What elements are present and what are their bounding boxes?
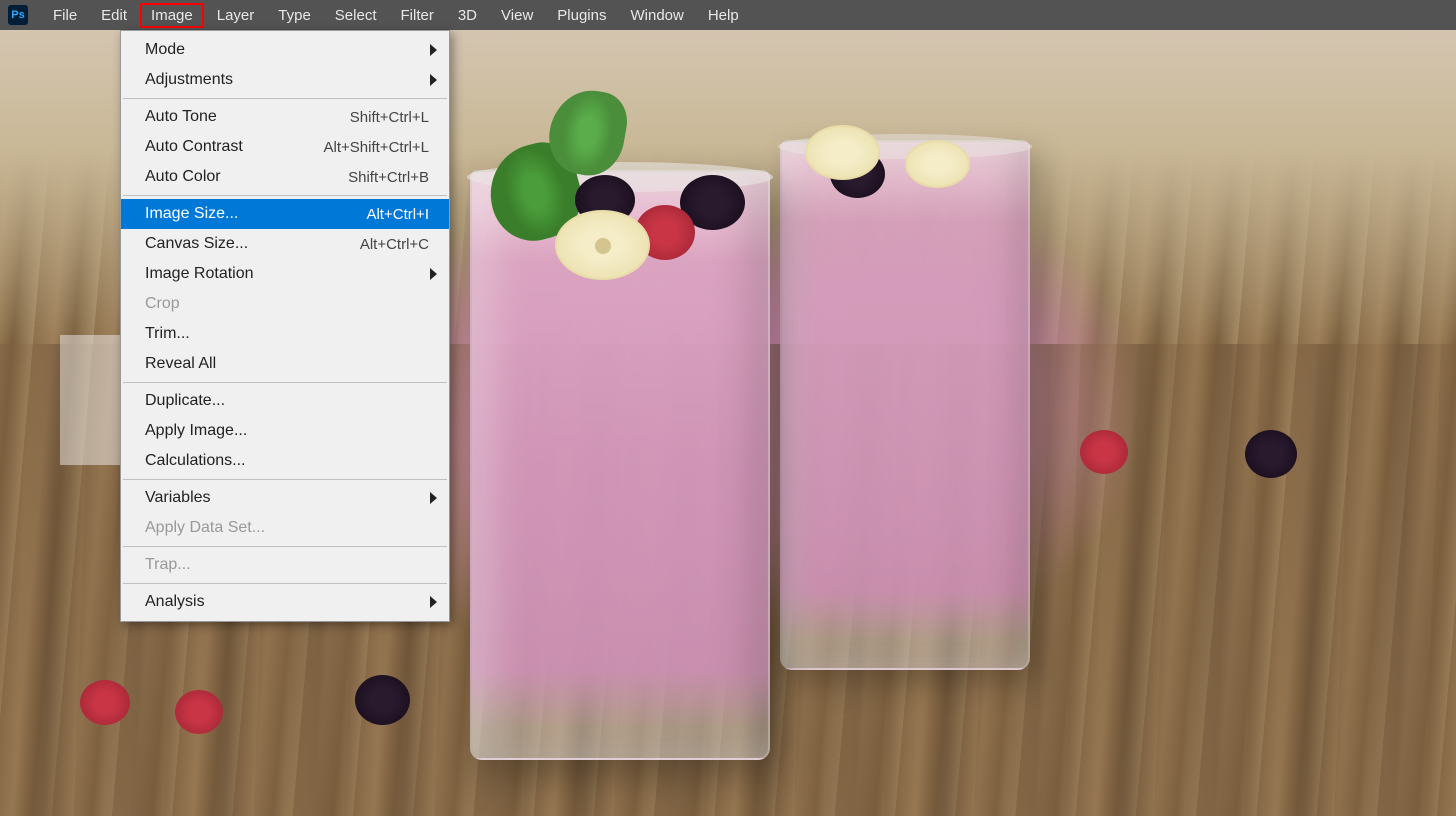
- menu-item-trap: Trap...: [121, 550, 449, 580]
- menu-item-calculations[interactable]: Calculations...: [121, 446, 449, 476]
- menu-filter[interactable]: Filter: [390, 3, 445, 28]
- menu-item-label: Adjustments: [145, 71, 233, 89]
- menu-item-label: Image Size...: [145, 205, 238, 223]
- menu-item-adjustments[interactable]: Adjustments: [121, 65, 449, 95]
- menu-separator: [123, 546, 447, 547]
- submenu-arrow-icon: [430, 268, 437, 280]
- menubar: Ps File Edit Image Layer Type Select Fil…: [0, 0, 1456, 30]
- menu-separator: [123, 479, 447, 480]
- menu-item-label: Image Rotation: [145, 265, 254, 283]
- menu-item-duplicate[interactable]: Duplicate...: [121, 386, 449, 416]
- menu-separator: [123, 195, 447, 196]
- scattered-raspberry: [1080, 430, 1128, 474]
- submenu-arrow-icon: [430, 492, 437, 504]
- menu-item-image-rotation[interactable]: Image Rotation: [121, 259, 449, 289]
- menu-item-label: Calculations...: [145, 452, 246, 470]
- submenu-arrow-icon: [430, 74, 437, 86]
- menu-3d[interactable]: 3D: [447, 3, 488, 28]
- menu-image[interactable]: Image: [140, 3, 204, 28]
- menu-item-shortcut: Alt+Shift+Ctrl+L: [324, 139, 429, 156]
- scattered-raspberry: [175, 690, 223, 734]
- scattered-blackberry: [1245, 430, 1297, 478]
- menu-item-label: Trap...: [145, 556, 191, 574]
- scattered-raspberry: [80, 680, 130, 725]
- menu-item-crop: Crop: [121, 289, 449, 319]
- photoshop-app-icon: Ps: [8, 5, 28, 25]
- menu-item-label: Analysis: [145, 593, 205, 611]
- menu-item-label: Mode: [145, 41, 185, 59]
- menu-item-label: Apply Data Set...: [145, 519, 265, 537]
- menu-item-label: Auto Contrast: [145, 138, 243, 156]
- banana-slice: [555, 210, 650, 280]
- scattered-blackberry: [355, 675, 410, 725]
- menu-item-trim[interactable]: Trim...: [121, 319, 449, 349]
- image-menu-dropdown: ModeAdjustmentsAuto ToneShift+Ctrl+LAuto…: [120, 30, 450, 622]
- menu-file[interactable]: File: [42, 3, 88, 28]
- menu-item-variables[interactable]: Variables: [121, 483, 449, 513]
- menu-item-shortcut: Alt+Ctrl+C: [360, 236, 429, 253]
- menu-item-shortcut: Shift+Ctrl+L: [350, 109, 429, 126]
- menu-item-auto-color[interactable]: Auto Color Shift+Ctrl+B: [121, 162, 449, 192]
- menu-separator: [123, 583, 447, 584]
- menu-item-canvas-size[interactable]: Canvas Size... Alt+Ctrl+C: [121, 229, 449, 259]
- menu-item-image-size[interactable]: Image Size... Alt+Ctrl+I: [121, 199, 449, 229]
- menu-item-label: Reveal All: [145, 355, 216, 373]
- menu-item-label: Trim...: [145, 325, 190, 343]
- menu-type[interactable]: Type: [267, 3, 322, 28]
- menu-item-auto-tone[interactable]: Auto Tone Shift+Ctrl+L: [121, 102, 449, 132]
- menu-separator: [123, 98, 447, 99]
- smoothie-glass-rear: [780, 140, 1030, 670]
- banana-slice: [805, 125, 880, 180]
- menu-item-analysis[interactable]: Analysis: [121, 587, 449, 617]
- menu-item-auto-contrast[interactable]: Auto Contrast Alt+Shift+Ctrl+L: [121, 132, 449, 162]
- menu-select[interactable]: Select: [324, 3, 388, 28]
- menu-layer[interactable]: Layer: [206, 3, 266, 28]
- menu-item-reveal-all[interactable]: Reveal All: [121, 349, 449, 379]
- menu-view[interactable]: View: [490, 3, 544, 28]
- menu-item-label: Auto Tone: [145, 108, 217, 126]
- menu-item-shortcut: Alt+Ctrl+I: [366, 206, 429, 223]
- menu-help[interactable]: Help: [697, 3, 750, 28]
- menu-separator: [123, 382, 447, 383]
- menu-item-label: Canvas Size...: [145, 235, 248, 253]
- banana-slice: [905, 140, 970, 188]
- submenu-arrow-icon: [430, 596, 437, 608]
- menu-item-label: Apply Image...: [145, 422, 247, 440]
- menu-item-label: Variables: [145, 489, 211, 507]
- menu-edit[interactable]: Edit: [90, 3, 138, 28]
- menu-item-label: Auto Color: [145, 168, 221, 186]
- menu-item-label: Duplicate...: [145, 392, 225, 410]
- menu-item-mode[interactable]: Mode: [121, 35, 449, 65]
- menu-item-apply-image[interactable]: Apply Image...: [121, 416, 449, 446]
- menu-window[interactable]: Window: [619, 3, 694, 28]
- menu-item-shortcut: Shift+Ctrl+B: [348, 169, 429, 186]
- submenu-arrow-icon: [430, 44, 437, 56]
- menu-item-label: Crop: [145, 295, 180, 313]
- menu-plugins[interactable]: Plugins: [546, 3, 617, 28]
- menu-item-apply-data-set: Apply Data Set...: [121, 513, 449, 543]
